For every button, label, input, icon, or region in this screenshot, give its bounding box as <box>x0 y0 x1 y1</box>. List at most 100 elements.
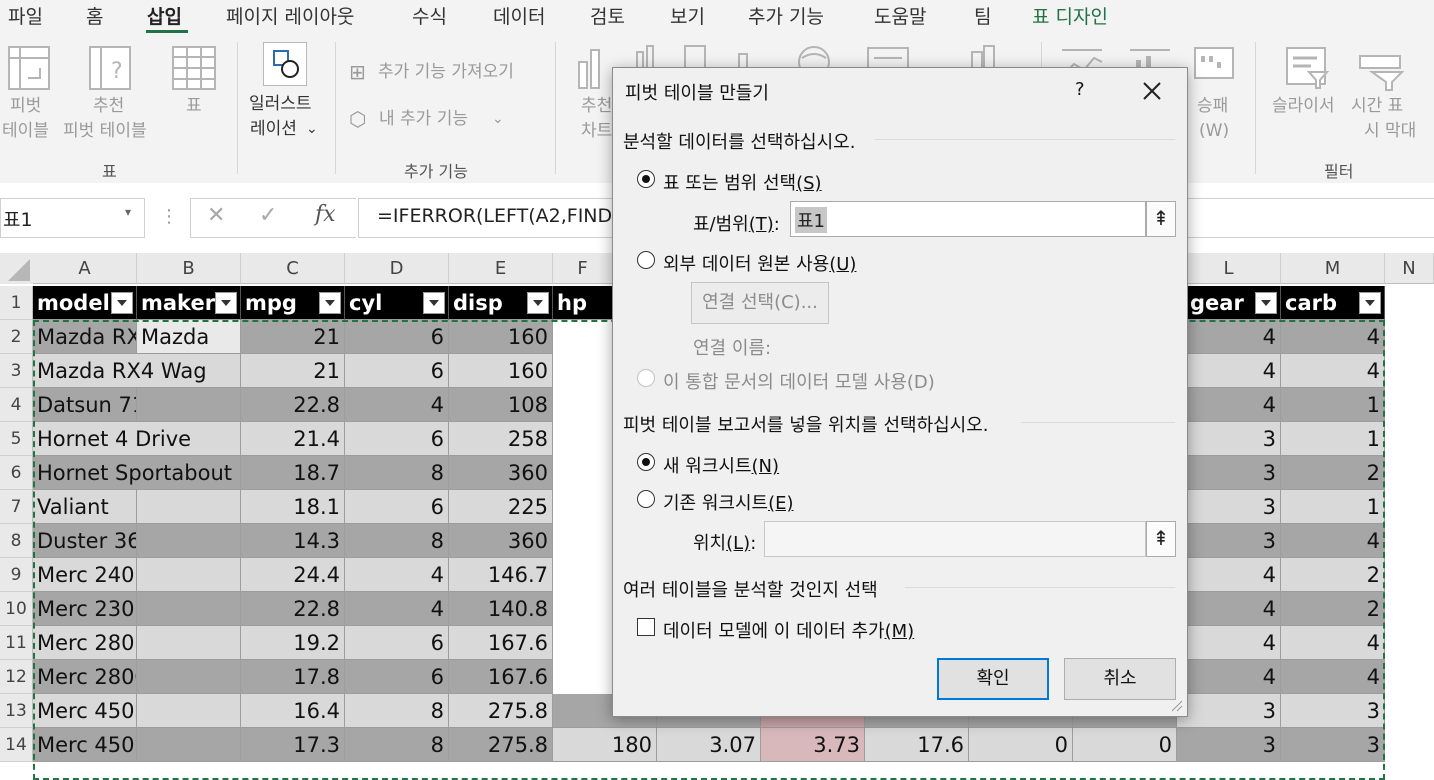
cell-empty[interactable] <box>1385 456 1434 490</box>
cell-carb[interactable]: 4 <box>1281 320 1385 354</box>
cell-gear[interactable]: 3 <box>1177 456 1281 490</box>
cell-model[interactable]: Datsun 710 <box>33 388 137 422</box>
filter-dropdown-icon[interactable] <box>215 292 237 314</box>
cell-model[interactable]: Mazda RX4 Wag <box>33 354 241 388</box>
tab-home[interactable]: 홈 <box>86 2 103 29</box>
tab-team[interactable]: 팀 <box>974 2 991 29</box>
row-header-6[interactable]: 6 <box>0 456 33 490</box>
cell-carb[interactable]: 4 <box>1281 626 1385 660</box>
filter-dropdown-icon[interactable] <box>1359 292 1381 314</box>
filter-dropdown-icon[interactable] <box>423 292 445 314</box>
cell-model[interactable]: Duster 360 <box>33 524 137 558</box>
cell-gear[interactable]: 4 <box>1177 660 1281 694</box>
cell-carb[interactable]: 3 <box>1281 728 1385 762</box>
row-header-5[interactable]: 5 <box>0 422 33 456</box>
cell-mpg[interactable]: 18.7 <box>241 456 345 490</box>
column-header-b[interactable]: B <box>137 253 241 284</box>
header-cell-carb[interactable]: carb <box>1281 286 1385 320</box>
row-header-7[interactable]: 7 <box>0 490 33 524</box>
filter-dropdown-icon[interactable] <box>527 292 549 314</box>
location-input[interactable] <box>764 521 1146 557</box>
cell-mpg[interactable]: 21 <box>241 354 345 388</box>
cell-empty[interactable] <box>1385 490 1434 524</box>
cell-empty[interactable] <box>1385 320 1434 354</box>
cell-cyl[interactable]: 6 <box>345 490 449 524</box>
cell-mpg[interactable]: 22.8 <box>241 388 345 422</box>
cell-maker[interactable] <box>137 728 241 762</box>
cell-gear[interactable]: 3 <box>1177 490 1281 524</box>
cell-gear[interactable]: 4 <box>1177 354 1281 388</box>
close-icon[interactable] <box>1143 82 1161 100</box>
radio-table-range[interactable] <box>637 170 655 188</box>
cell-carb[interactable]: 2 <box>1281 558 1385 592</box>
tab-help[interactable]: 도움말 <box>874 2 926 29</box>
cell-vs[interactable]: 0 <box>969 728 1073 762</box>
cell-gear[interactable]: 4 <box>1177 388 1281 422</box>
column-header-l[interactable]: L <box>1177 253 1281 284</box>
range-picker-icon[interactable]: ⇞ <box>1146 201 1176 237</box>
cell-maker[interactable] <box>137 626 241 660</box>
cell-cyl[interactable]: 8 <box>345 694 449 728</box>
cell-carb[interactable]: 1 <box>1281 422 1385 456</box>
cell-maker[interactable] <box>137 524 241 558</box>
tab-page-layout[interactable]: 페이지 레이아웃 <box>226 2 354 29</box>
cell-empty[interactable] <box>1385 388 1434 422</box>
tab-addins[interactable]: 추가 기능 <box>748 2 824 29</box>
cell-disp[interactable]: 225 <box>449 490 553 524</box>
cell-maker[interactable]: Mazda <box>137 320 241 354</box>
cell-cyl[interactable]: 6 <box>345 422 449 456</box>
cell-mpg[interactable]: 14.3 <box>241 524 345 558</box>
cell-cyl[interactable]: 6 <box>345 626 449 660</box>
filter-dropdown-icon[interactable] <box>111 292 133 314</box>
row-header-11[interactable]: 11 <box>0 626 33 660</box>
row-header-12[interactable]: 12 <box>0 660 33 694</box>
cell-cyl[interactable]: 8 <box>345 524 449 558</box>
row-header-3[interactable]: 3 <box>0 354 33 388</box>
cell-mpg[interactable]: 16.4 <box>241 694 345 728</box>
cell-model[interactable]: Mazda RX <box>33 320 137 354</box>
cell-model[interactable]: Valiant <box>33 490 137 524</box>
cell-am[interactable]: 0 <box>1073 728 1177 762</box>
cell-model[interactable]: Merc 450SE <box>33 694 137 728</box>
cancel-button[interactable]: 취소 <box>1064 658 1176 700</box>
header-cell-mpg[interactable]: mpg <box>241 286 345 320</box>
header-cell-gear[interactable]: gear <box>1186 286 1281 320</box>
cell-mpg[interactable]: 22.8 <box>241 592 345 626</box>
cell-carb[interactable]: 4 <box>1281 354 1385 388</box>
cell-cyl[interactable]: 4 <box>345 558 449 592</box>
cell-gear[interactable]: 3 <box>1177 422 1281 456</box>
radio-data-model[interactable] <box>637 369 655 387</box>
cell-empty[interactable] <box>1385 286 1434 320</box>
cell-carb[interactable]: 2 <box>1281 592 1385 626</box>
cell-gear[interactable]: 3 <box>1177 728 1281 762</box>
cell-carb[interactable]: 1 <box>1281 490 1385 524</box>
radio-new-worksheet[interactable] <box>637 453 655 471</box>
cell-mpg[interactable]: 19.2 <box>241 626 345 660</box>
cell-carb[interactable]: 4 <box>1281 660 1385 694</box>
cell-drat[interactable]: 3.07 <box>657 728 761 762</box>
cell-disp[interactable]: 275.8 <box>449 728 553 762</box>
cell-cyl[interactable]: 8 <box>345 456 449 490</box>
column-header-a[interactable]: A <box>33 253 137 284</box>
cell-model[interactable]: Merc 240D <box>33 558 137 592</box>
name-box[interactable]: 표1 ▾ <box>0 198 145 238</box>
cell-empty[interactable] <box>1385 354 1434 388</box>
cell-disp[interactable]: 275.8 <box>449 694 553 728</box>
cell-empty[interactable] <box>1385 524 1434 558</box>
header-cell-model[interactable]: model <box>33 286 137 320</box>
row-header-9[interactable]: 9 <box>0 558 33 592</box>
cell-disp[interactable]: 108 <box>449 388 553 422</box>
cell-cyl[interactable]: 6 <box>345 660 449 694</box>
cell-model[interactable]: Merc 450SL <box>33 728 137 762</box>
cell-empty[interactable] <box>1385 558 1434 592</box>
column-header-c[interactable]: C <box>241 253 345 284</box>
cell-mpg[interactable]: 21.4 <box>241 422 345 456</box>
filter-dropdown-icon[interactable] <box>1255 292 1277 314</box>
cell-cyl[interactable]: 6 <box>345 354 449 388</box>
cell-carb[interactable]: 1 <box>1281 388 1385 422</box>
select-all-corner[interactable] <box>0 253 33 284</box>
cell-empty[interactable] <box>1385 626 1434 660</box>
add-to-data-model-checkbox[interactable] <box>637 618 655 636</box>
row-header-8[interactable]: 8 <box>0 524 33 558</box>
cell-disp[interactable]: 160 <box>449 354 553 388</box>
